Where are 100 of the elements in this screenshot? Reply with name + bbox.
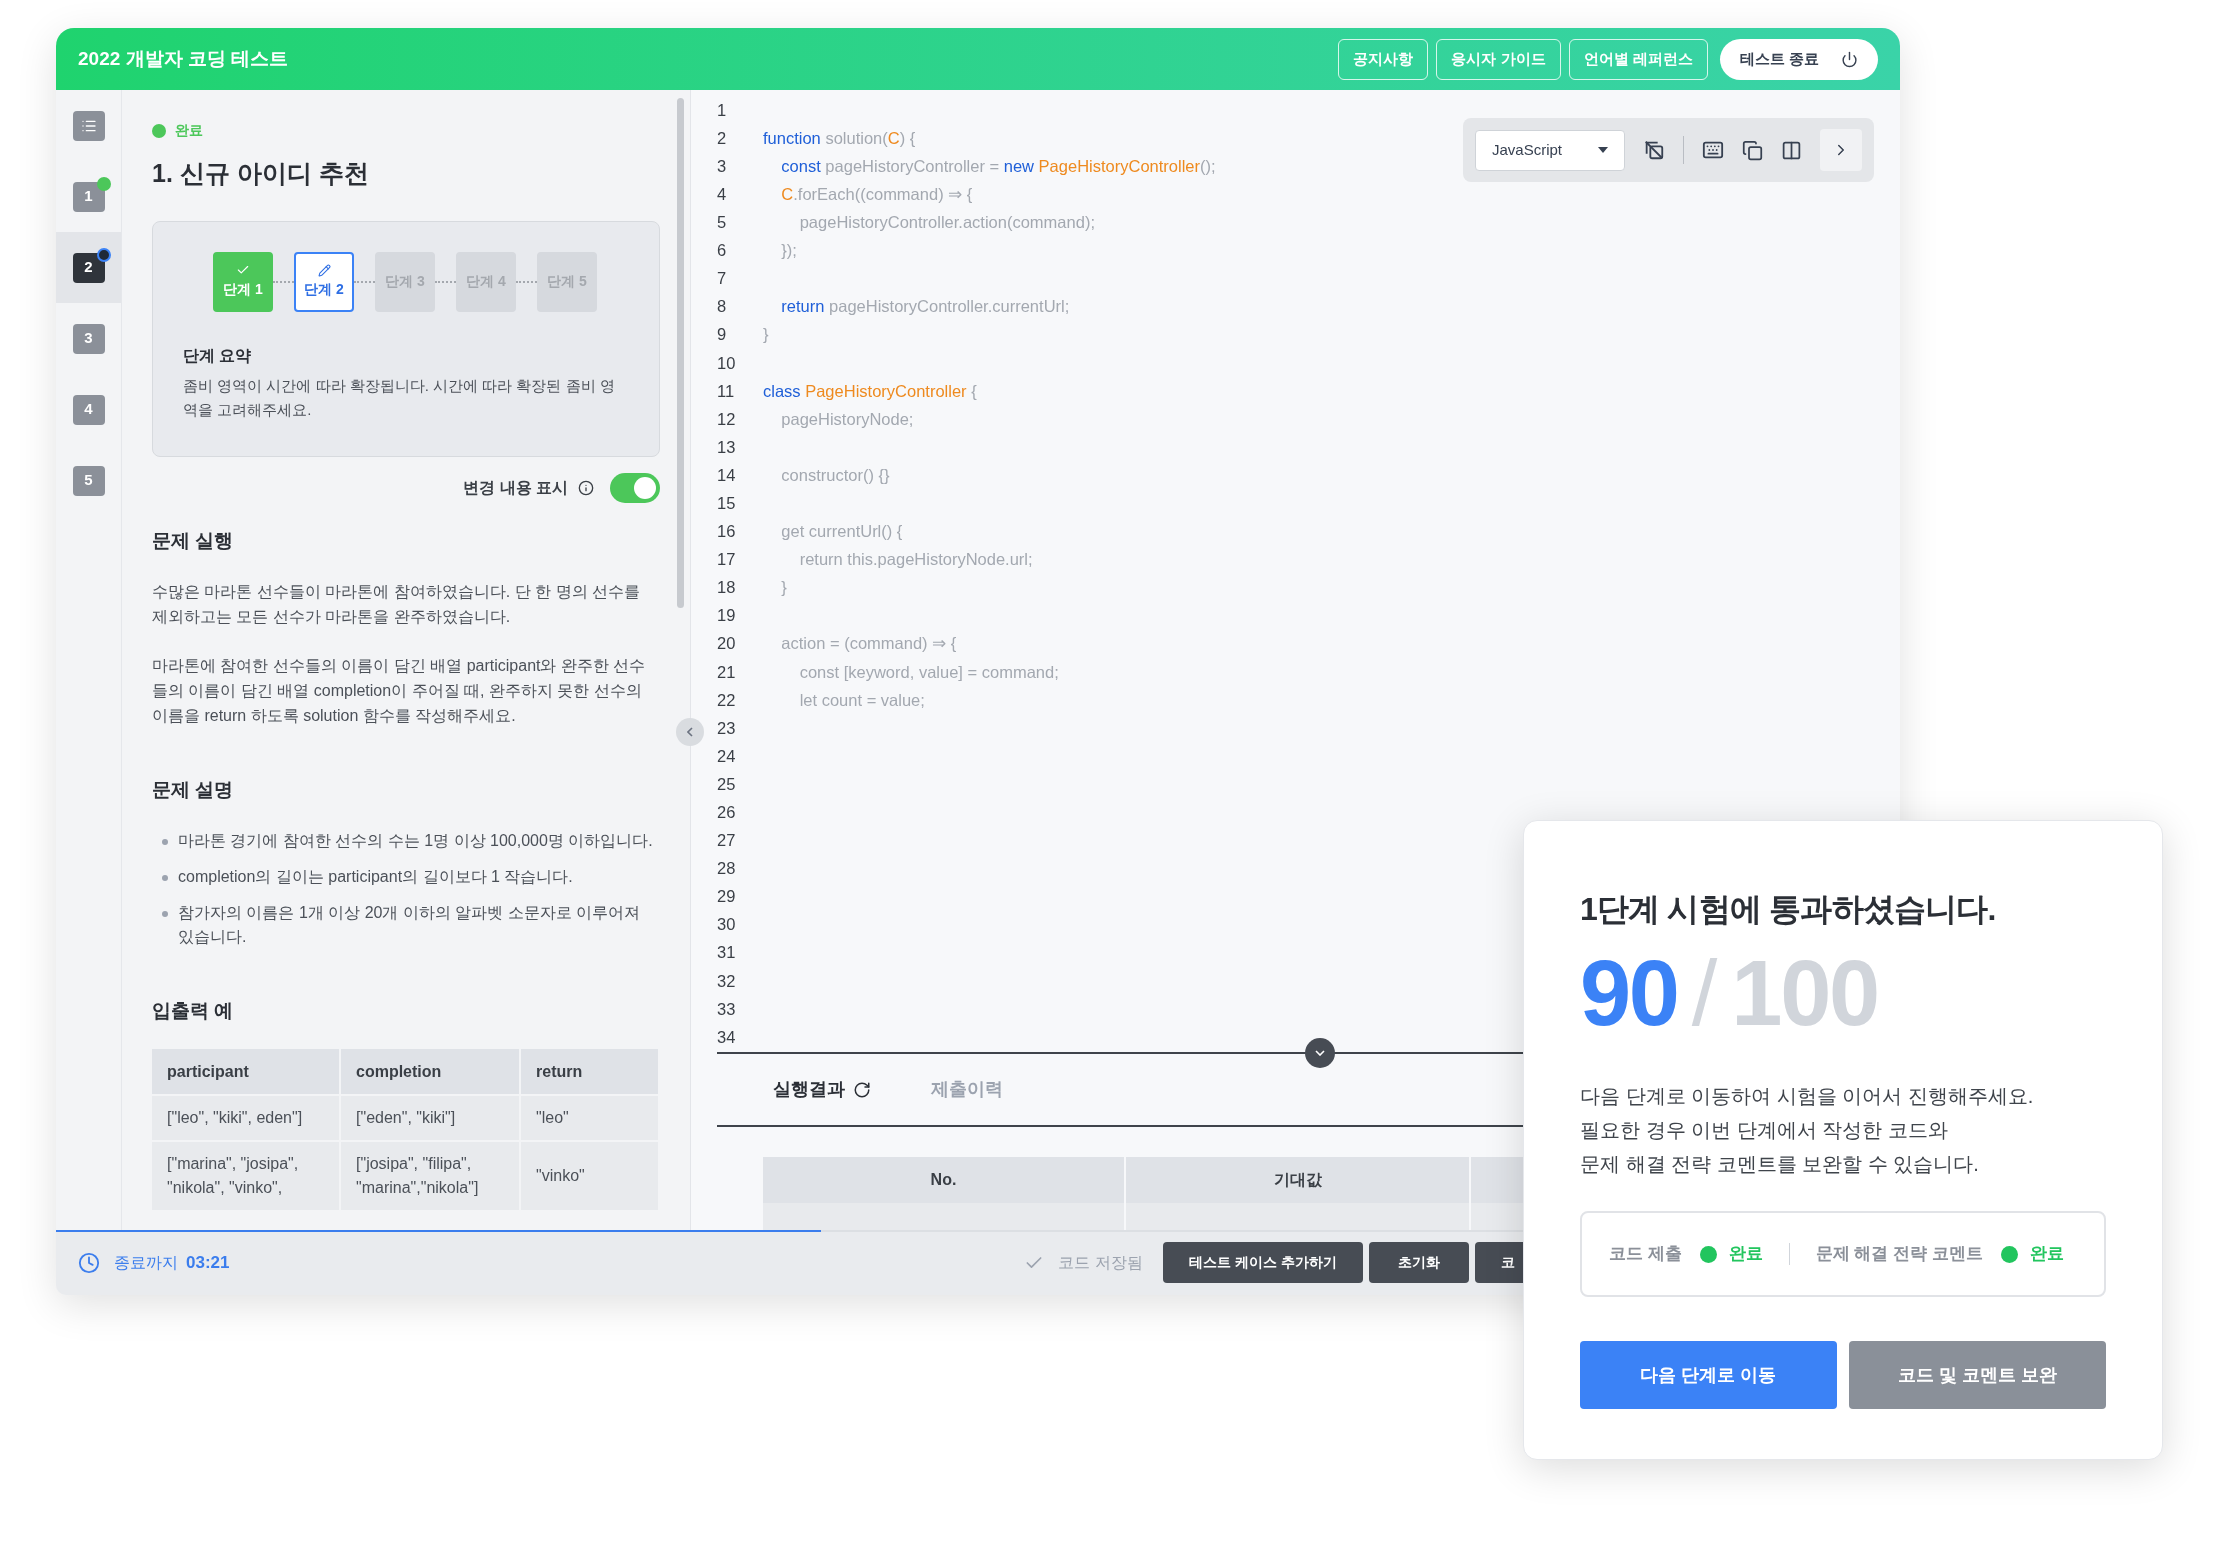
list-button[interactable] — [72, 110, 105, 141]
clock-icon — [78, 1251, 100, 1274]
line-number: 16 — [717, 521, 737, 543]
line-number: 29 — [717, 886, 737, 908]
line-number: 28 — [717, 858, 737, 880]
line-number: 21 — [717, 661, 737, 683]
rule-text: completion의 길이는 participant의 길이보다 1 작습니다. — [178, 866, 573, 887]
code-line: }); — [780, 240, 797, 262]
summary-text: 좀비 영역이 시간에 따라 확장됩니다. 시간에 따라 확장된 좀비 영역을 고려해주세요. — [183, 375, 616, 420]
results-tab[interactable]: 실행결과 — [773, 1076, 871, 1104]
check-label: 코드 제출 — [1609, 1243, 1682, 1266]
code-line: pageHistoryController.action(command); — [798, 212, 1095, 234]
table-cell: ["leo", "kiki", eden"] — [152, 1095, 340, 1141]
dialog-title: 1단계 시험에 통과하셨습니다. — [1580, 890, 1997, 929]
dialog-message: 다음 단계로 이동하여 시험을 이어서 진행해주세요. 필요한 경우 이번 단계에서 작성한 코드와 문제 해결 전략 코멘트를 보완할 수 있습니다. — [1580, 1084, 2035, 1177]
header-link[interactable]: 응시자 가이드 — [1436, 38, 1561, 80]
footer-button[interactable]: 초기화 — [1368, 1242, 1469, 1283]
line-number: 24 — [717, 745, 737, 767]
footer-button[interactable]: 테스트 케이스 추가하기 — [1162, 1242, 1363, 1283]
table-cell: "vinko" — [520, 1141, 659, 1210]
code-line: function solution(C) { — [763, 127, 916, 149]
line-number: 12 — [717, 408, 737, 430]
line-number: 18 — [717, 577, 737, 599]
question-number-button[interactable]: 2 — [72, 252, 105, 283]
code-line: } — [780, 577, 787, 599]
line-number: 22 — [717, 689, 737, 711]
section-heading: 문제 실행 — [152, 528, 235, 553]
end-test-button[interactable]: 테스트 종료 — [1719, 38, 1878, 80]
code-line: const pageHistoryController = new PageHistoryController(); — [780, 155, 1216, 177]
check-label: 문제 해결 전략 코멘트 — [1815, 1243, 1983, 1266]
rule-text: 참가자의 이름은 1개 이상 20개 이하의 알파벳 소문자로 이루어져 있습니다. — [178, 902, 642, 947]
line-number: 13 — [717, 436, 737, 458]
line-number: 2 — [717, 127, 728, 149]
question-number-button[interactable]: 3 — [72, 323, 105, 354]
header-link[interactable]: 언어별 레퍼런스 — [1568, 38, 1708, 80]
caret-icon — [1598, 147, 1608, 153]
timer-value: 03:21 — [186, 1251, 230, 1274]
table-cell: ["josipa", "filipa", "marina","nikola"] — [340, 1141, 520, 1210]
score: 90 — [1580, 947, 1678, 1039]
summary-heading: 단계 요약 — [183, 345, 253, 366]
step-button[interactable]: 단계 2 — [294, 251, 354, 312]
code-line: get currentUrl() { — [780, 521, 903, 543]
code-line: const [keyword, value] = command; — [798, 661, 1059, 683]
step-button[interactable]: 단계 1 — [213, 251, 273, 312]
code-line: class PageHistoryController { — [763, 380, 977, 402]
check-icon — [236, 263, 250, 277]
question-number-button[interactable]: 5 — [72, 465, 105, 496]
line-number: 33 — [717, 998, 737, 1020]
problem-title: 1. 신규 아이디 추천 — [152, 158, 370, 189]
line-number: 34 — [717, 1026, 737, 1048]
copy-icon[interactable] — [1742, 139, 1763, 161]
code-line: pageHistoryNode; — [780, 408, 914, 430]
result-header-cell: 기대값 — [1126, 1157, 1471, 1204]
loading-icon — [853, 1080, 871, 1099]
line-number: 32 — [717, 970, 737, 992]
code-line: return pageHistoryController.currentUrl; — [780, 296, 1070, 318]
question-number-button[interactable]: 1 — [72, 181, 105, 212]
code-line: } — [763, 324, 769, 346]
rule-text: 마라톤 경기에 참여한 선수의 수는 1명 이상 100,000명 이하입니다. — [178, 830, 653, 851]
table-header-cell: participant — [152, 1049, 340, 1095]
check-status: 완료 — [2029, 1243, 2064, 1266]
keyboard-icon[interactable] — [1702, 139, 1724, 161]
split-view-icon[interactable] — [1781, 139, 1802, 161]
line-number: 3 — [717, 155, 728, 177]
next-step-button[interactable]: 다음 단계로 이동 — [1580, 1341, 1837, 1409]
line-number: 27 — [717, 830, 737, 852]
table-cell: "leo" — [520, 1095, 659, 1141]
pencil-icon — [317, 263, 331, 277]
line-number: 30 — [717, 914, 737, 936]
code-line: return this.pageHistoryNode.url; — [798, 549, 1033, 571]
table-header-cell: return — [520, 1049, 659, 1095]
results-tab[interactable]: 제출이력 — [931, 1076, 1003, 1104]
section-heading: 입출력 예 — [152, 998, 235, 1023]
code-line: let count = value; — [798, 689, 925, 711]
language-select[interactable]: JavaScript — [1475, 129, 1625, 171]
timer-label: 종료까지 — [114, 1252, 178, 1273]
line-number: 10 — [717, 352, 737, 374]
line-number: 1 — [717, 99, 728, 121]
code-line: C.forEach((command) ⇒ { — [780, 183, 973, 205]
line-number: 8 — [717, 296, 728, 318]
chevron-left-icon — [687, 727, 693, 737]
line-number: 7 — [717, 268, 728, 290]
line-number: 9 — [717, 324, 728, 346]
header-link[interactable]: 공지사항 — [1338, 38, 1429, 80]
table-cell: ["marina", "josipa", "nikola", "vinko", — [152, 1141, 340, 1210]
collapse-results-button[interactable] — [1305, 1038, 1335, 1069]
table-cell: ["eden", "kiki"] — [340, 1095, 520, 1141]
revise-button[interactable]: 코드 및 코멘트 보완 — [1849, 1341, 2106, 1409]
toggle-label: 변경 내용 표시 — [463, 477, 568, 498]
changes-toggle[interactable] — [610, 472, 660, 503]
test-title: 2022 개발자 코딩 테스트 — [78, 46, 289, 71]
question-number-button[interactable]: 4 — [72, 394, 105, 425]
power-icon — [1841, 50, 1858, 68]
line-number: 15 — [717, 493, 737, 514]
section-heading: 문제 설명 — [152, 778, 235, 802]
line-number: 20 — [717, 633, 737, 655]
problem-paragraph: 수많은 마라톤 선수들이 마라톤에 참여하였습니다. 단 한 명의 선수를 제외하고는 모든 선수가 마라톤을 완주하였습니다. — [152, 582, 641, 627]
line-number: 25 — [717, 773, 737, 795]
line-number: 23 — [717, 717, 737, 739]
line-number: 31 — [717, 942, 737, 964]
